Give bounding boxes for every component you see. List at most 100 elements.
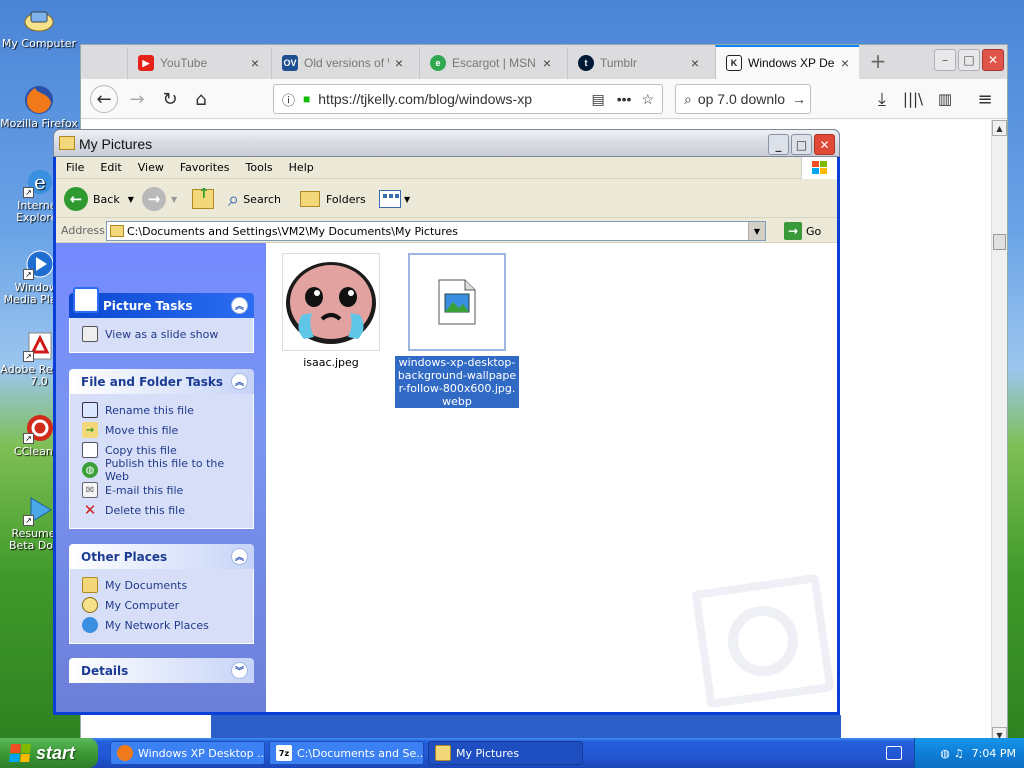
- minimize-button[interactable]: –: [934, 49, 956, 71]
- tab-youtube[interactable]: ▶ YouTube ×: [127, 47, 269, 79]
- search-go-arrow-icon[interactable]: →: [792, 91, 806, 107]
- go-arrow-icon: →: [784, 222, 802, 240]
- maximize-button[interactable]: □: [791, 134, 812, 155]
- desktop-icon-my-computer[interactable]: My Computer: [0, 4, 78, 50]
- close-tab-icon[interactable]: ×: [543, 55, 551, 71]
- expand-chevron-icon[interactable]: ︾: [231, 662, 248, 679]
- file-folder-tasks-header[interactable]: File and Folder Tasks ︽: [69, 369, 254, 394]
- menu-edit[interactable]: Edit: [100, 161, 121, 174]
- reader-view-icon[interactable]: ▤: [591, 91, 604, 108]
- close-tab-icon[interactable]: ×: [841, 55, 849, 71]
- tab-windows-xp-desktop[interactable]: K Windows XP Deskt ×: [715, 45, 859, 79]
- chevron-down-icon[interactable]: ▼: [171, 195, 177, 204]
- scroll-thumb[interactable]: [993, 234, 1006, 250]
- task-rename-file[interactable]: Rename this file: [82, 400, 241, 420]
- search-input[interactable]: ⌕ op 7.0 downlo →: [675, 84, 811, 114]
- info-icon[interactable]: ⓘ: [282, 90, 295, 109]
- close-tab-icon[interactable]: ×: [395, 55, 403, 71]
- file-item-isaac[interactable]: isaac.jpeg: [266, 253, 396, 369]
- address-dropdown-icon[interactable]: ▼: [748, 222, 765, 240]
- close-button[interactable]: ✕: [982, 49, 1004, 71]
- back-arrow-icon: ←: [64, 187, 88, 211]
- task-delete-file[interactable]: ✕ Delete this file: [82, 500, 241, 520]
- internet-explorer-icon: e ↗: [23, 166, 55, 198]
- home-icon[interactable]: ⌂: [187, 85, 215, 113]
- lock-icon: ■: [303, 92, 311, 106]
- file-item-windows-xp-wallpaper[interactable]: windows-xp-desktop-background-wallpaper-…: [392, 253, 522, 408]
- close-tab-icon[interactable]: ×: [691, 55, 699, 71]
- folder-icon: [59, 136, 75, 150]
- desktop-icon-firefox[interactable]: Mozilla Firefox: [0, 84, 78, 130]
- bookmark-star-icon[interactable]: ☆: [641, 91, 654, 108]
- taskbar-button-7zip[interactable]: 7z C:\Documents and Se...: [269, 741, 424, 765]
- download-icon[interactable]: ⤓: [868, 85, 896, 113]
- library-icon[interactable]: |||\: [899, 85, 927, 113]
- reload-icon[interactable]: ↻: [156, 85, 184, 113]
- shortcut-arrow-icon: ↗: [23, 187, 34, 198]
- windows-flag-icon: [9, 744, 31, 762]
- task-email-file[interactable]: ✉ E-mail this file: [82, 480, 241, 500]
- tab-escargot[interactable]: e Escargot | MSN M ×: [419, 47, 561, 79]
- menu-view[interactable]: View: [138, 161, 164, 174]
- security-shield-icon[interactable]: ◍: [940, 747, 950, 760]
- my-pictures-watermark-icon: [691, 573, 835, 709]
- tab-old-versions[interactable]: OV Old versions of Wi ×: [271, 47, 413, 79]
- taskbar-button-firefox[interactable]: Windows XP Desktop ...: [110, 741, 265, 765]
- minimize-button[interactable]: _: [768, 134, 789, 155]
- task-view-slideshow[interactable]: View as a slide show: [82, 324, 241, 344]
- search-icon: ⌕: [684, 90, 692, 107]
- collapse-chevron-icon[interactable]: ︽: [231, 548, 248, 565]
- picture-tasks-header[interactable]: Picture Tasks ︽: [69, 287, 254, 318]
- close-button[interactable]: ✕: [814, 134, 835, 155]
- place-my-network-places[interactable]: My Network Places: [82, 615, 241, 635]
- scroll-up-icon[interactable]: ▲: [992, 120, 1007, 136]
- place-my-computer[interactable]: My Computer: [82, 595, 241, 615]
- collapse-chevron-icon[interactable]: ︽: [231, 373, 248, 390]
- keyboard-icon[interactable]: [886, 746, 902, 760]
- collapse-chevron-icon[interactable]: ︽: [231, 297, 248, 314]
- chevron-down-icon[interactable]: ▼: [128, 195, 134, 204]
- up-folder-button[interactable]: ↑: [192, 184, 214, 214]
- menu-file[interactable]: File: [66, 161, 84, 174]
- firefox-scrollbar[interactable]: ▲ ▼: [991, 120, 1007, 743]
- views-button[interactable]: ▼: [379, 184, 410, 214]
- maximize-button[interactable]: □: [958, 49, 980, 71]
- ov-icon: OV: [282, 55, 298, 71]
- my-documents-icon: [82, 577, 98, 593]
- new-tab-button[interactable]: +: [864, 47, 892, 75]
- firefox-icon: [117, 745, 133, 761]
- forward-button[interactable]: → ▼: [142, 184, 177, 214]
- menu-tools[interactable]: Tools: [246, 161, 273, 174]
- start-button[interactable]: start: [0, 738, 98, 768]
- close-tab-icon[interactable]: ×: [251, 55, 259, 71]
- hamburger-menu-icon[interactable]: ≡: [971, 85, 999, 113]
- explorer-title-bar[interactable]: My Pictures _ □ ✕: [53, 129, 840, 157]
- tab-tumblr[interactable]: t Tumblr ×: [567, 47, 709, 79]
- file-view: isaac.jpeg windows-xp-desktop-background…: [266, 243, 837, 712]
- other-places-header[interactable]: Other Places ︽: [69, 544, 254, 569]
- window-title: My Pictures: [79, 136, 153, 152]
- delete-x-icon: ✕: [83, 501, 97, 519]
- explorer-toolbar: ← Back ▼ → ▼ ↑ ⌕ Search Folders ▼: [56, 180, 837, 218]
- forward-arrow-icon[interactable]: →: [123, 85, 151, 113]
- menu-help[interactable]: Help: [289, 161, 314, 174]
- url-bar[interactable]: ⓘ ■ https://tjkelly.com/blog/windows-xp …: [273, 84, 663, 114]
- task-move-file[interactable]: → Move this file: [82, 420, 241, 440]
- taskbar-button-my-pictures[interactable]: My Pictures: [428, 741, 583, 765]
- sidebar-icon[interactable]: ▥: [931, 85, 959, 113]
- go-button[interactable]: → Go: [784, 222, 821, 240]
- folders-button[interactable]: Folders: [300, 184, 366, 214]
- address-input[interactable]: C:\Documents and Settings\VM2\My Documen…: [106, 221, 766, 241]
- task-publish-web[interactable]: ◍ Publish this file to the Web: [82, 457, 241, 483]
- back-button[interactable]: ← Back ▼: [64, 184, 134, 214]
- place-my-documents[interactable]: My Documents: [82, 575, 241, 595]
- back-arrow-icon[interactable]: ←: [90, 85, 118, 113]
- file-name: isaac.jpeg: [303, 356, 359, 369]
- page-actions-icon[interactable]: •••: [617, 91, 632, 107]
- menu-favorites[interactable]: Favorites: [180, 161, 230, 174]
- details-header[interactable]: Details ︾: [69, 658, 254, 683]
- file-thumbnail: [282, 253, 380, 351]
- volume-icon[interactable]: ♫: [954, 747, 964, 760]
- search-button[interactable]: ⌕ Search: [228, 184, 281, 214]
- email-icon: ✉: [82, 482, 98, 498]
